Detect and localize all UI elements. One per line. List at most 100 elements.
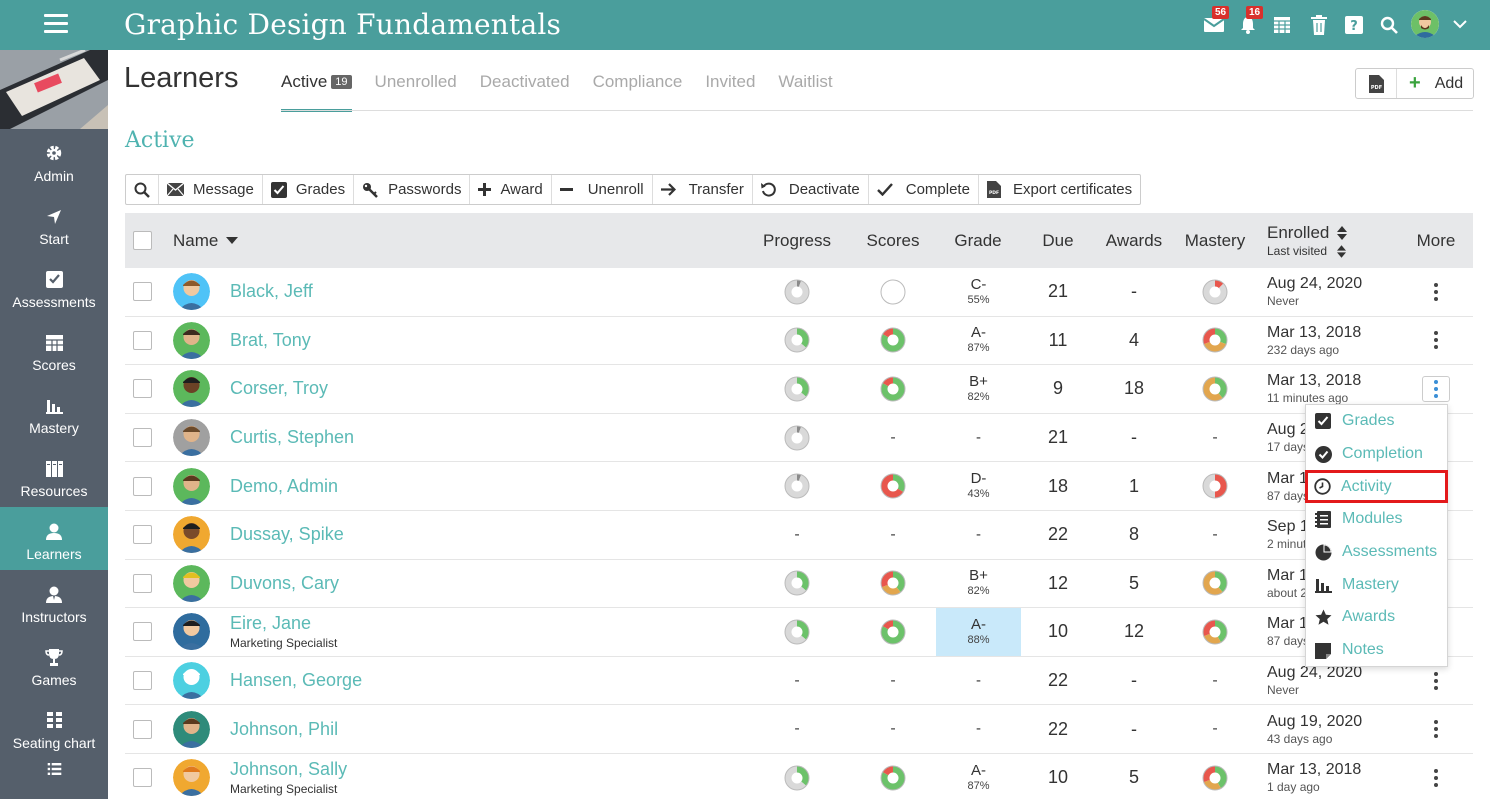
- column-name[interactable]: Name: [173, 213, 239, 268]
- scores-pie[interactable]: [880, 765, 906, 791]
- row-checkbox[interactable]: [133, 719, 152, 739]
- awards-count[interactable]: 12: [1124, 621, 1144, 642]
- awards-count[interactable]: 18: [1124, 378, 1144, 399]
- more-vertical-icon[interactable]: [1434, 330, 1438, 351]
- due-count[interactable]: 21: [1048, 427, 1068, 448]
- toolbar-grades-button[interactable]: Grades: [263, 175, 355, 204]
- table-row[interactable]: Demo, Admin D- 43% 18 1 Mar 13, 2018 87 …: [125, 462, 1473, 511]
- progress-pie[interactable]: [784, 619, 810, 645]
- avatar[interactable]: [173, 273, 210, 311]
- sidebar-item-admin[interactable]: Admin: [0, 129, 108, 192]
- row-checkbox[interactable]: [133, 622, 152, 642]
- awards-count[interactable]: 5: [1129, 573, 1139, 594]
- avatar[interactable]: [173, 759, 210, 797]
- search-icon[interactable]: [1377, 12, 1401, 38]
- sidebar-item-mastery[interactable]: Mastery: [0, 381, 108, 444]
- toolbar-message-button[interactable]: Message: [159, 175, 263, 204]
- more-button[interactable]: [1422, 375, 1450, 402]
- row-checkbox[interactable]: [133, 671, 152, 691]
- learner-name[interactable]: Johnson, Phil: [230, 719, 338, 740]
- avatar[interactable]: [173, 516, 210, 554]
- due-count[interactable]: 21: [1048, 281, 1068, 302]
- learner-name[interactable]: Eire, Jane: [230, 613, 337, 634]
- row-checkbox[interactable]: [133, 282, 152, 302]
- mastery-pie[interactable]: [1202, 765, 1228, 791]
- mastery-pie[interactable]: [1202, 327, 1228, 353]
- progress-pie[interactable]: [784, 473, 810, 499]
- scores-pie[interactable]: [880, 619, 906, 645]
- progress-pie[interactable]: [784, 765, 810, 791]
- due-count[interactable]: 22: [1048, 670, 1068, 691]
- awards-count[interactable]: 1: [1129, 476, 1139, 497]
- mastery-pie[interactable]: [1202, 376, 1228, 402]
- learner-name[interactable]: Duvons, Cary: [230, 573, 339, 594]
- sidebar-item-start[interactable]: Start: [0, 192, 108, 255]
- toolbar-passwords-button[interactable]: Passwords: [354, 175, 471, 204]
- due-count[interactable]: 10: [1048, 621, 1068, 642]
- due-count[interactable]: 12: [1048, 573, 1068, 594]
- progress-pie[interactable]: [784, 327, 810, 353]
- due-count[interactable]: 11: [1049, 330, 1068, 351]
- table-row[interactable]: Corser, Troy B+ 82% 9 18 Mar 13, 2018 11…: [125, 365, 1473, 414]
- awards-count[interactable]: 8: [1129, 524, 1139, 545]
- scores-pie[interactable]: [880, 570, 906, 596]
- table-row[interactable]: Brat, Tony A- 87% 11 4 Mar 13, 2018 232 …: [125, 317, 1473, 366]
- learner-name[interactable]: Brat, Tony: [230, 330, 311, 351]
- avatar[interactable]: [173, 564, 210, 602]
- learner-name[interactable]: Black, Jeff: [230, 281, 313, 302]
- tab-compliance[interactable]: Compliance: [593, 72, 683, 112]
- table-row[interactable]: Curtis, Stephen - - 21 - - Aug 24, 2020 …: [125, 414, 1473, 463]
- sidebar-item-games[interactable]: Games: [0, 633, 108, 696]
- mastery-pie[interactable]: [1202, 619, 1228, 645]
- learner-name[interactable]: Hansen, George: [230, 670, 362, 691]
- menu-icon[interactable]: [44, 14, 68, 34]
- column-enrolled[interactable]: Enrolled Last visited: [1267, 213, 1348, 268]
- menu-item-notes[interactable]: Notes: [1306, 634, 1447, 667]
- learner-name[interactable]: Demo, Admin: [230, 476, 338, 497]
- avatar[interactable]: [173, 662, 210, 700]
- messages-icon[interactable]: 56: [1202, 6, 1230, 38]
- course-thumbnail[interactable]: [0, 50, 108, 129]
- notifications-icon[interactable]: 16: [1236, 6, 1264, 38]
- progress-pie[interactable]: [784, 570, 810, 596]
- row-checkbox[interactable]: [133, 379, 152, 399]
- sidebar-item-learners[interactable]: Learners: [0, 507, 108, 570]
- avatar[interactable]: [173, 370, 210, 408]
- sidebar-item-assessments[interactable]: Assessments: [0, 255, 108, 318]
- more-vertical-icon[interactable]: [1434, 719, 1438, 740]
- menu-item-mastery[interactable]: Mastery: [1306, 568, 1447, 601]
- mastery-pie[interactable]: [1202, 473, 1228, 499]
- awards-count[interactable]: -: [1131, 670, 1137, 691]
- due-count[interactable]: 22: [1048, 719, 1068, 740]
- toolbar-export-certificates-button[interactable]: PDF Export certificates: [979, 175, 1140, 204]
- awards-count[interactable]: -: [1131, 281, 1137, 302]
- sidebar-item-seating-chart[interactable]: Seating chart: [0, 696, 108, 759]
- row-checkbox[interactable]: [133, 428, 152, 448]
- progress-pie[interactable]: [784, 425, 810, 451]
- toolbar-award-button[interactable]: Award: [470, 175, 552, 204]
- menu-item-activity[interactable]: Activity: [1305, 470, 1448, 504]
- due-count[interactable]: 22: [1048, 524, 1068, 545]
- awards-count[interactable]: 5: [1129, 767, 1139, 788]
- toolbar-search-button[interactable]: [126, 175, 159, 204]
- chevron-down-icon[interactable]: [1452, 16, 1468, 32]
- sidebar-item-resources[interactable]: Resources: [0, 444, 108, 507]
- due-count[interactable]: 18: [1048, 476, 1068, 497]
- row-checkbox[interactable]: [133, 768, 152, 788]
- avatar[interactable]: [173, 419, 210, 457]
- select-all-checkbox[interactable]: [133, 231, 152, 250]
- column-mastery[interactable]: Mastery: [1165, 213, 1265, 268]
- menu-item-assessments[interactable]: Assessments: [1306, 536, 1447, 569]
- scores-pie[interactable]: [880, 327, 906, 353]
- table-row[interactable]: Black, Jeff C- 55% 21 - Aug 24, 2020 Nev…: [125, 268, 1473, 317]
- toolbar-unenroll-button[interactable]: Unenroll: [552, 175, 653, 204]
- learner-name[interactable]: Curtis, Stephen: [230, 427, 354, 448]
- table-row[interactable]: Johnson, Phil - - - 22 - - Aug 19, 2020 …: [125, 705, 1473, 754]
- table-row[interactable]: Dussay, Spike - - - 22 8 - Sep 17, 2020 …: [125, 511, 1473, 560]
- toolbar-transfer-button[interactable]: Transfer: [653, 175, 753, 204]
- scores-pie[interactable]: [880, 473, 906, 499]
- sidebar-item-instructors[interactable]: Instructors: [0, 570, 108, 633]
- table-row[interactable]: Duvons, Cary B+ 82% 12 5 Mar 13, 2018 ab…: [125, 560, 1473, 609]
- learner-name[interactable]: Dussay, Spike: [230, 524, 344, 545]
- user-avatar[interactable]: [1411, 10, 1439, 38]
